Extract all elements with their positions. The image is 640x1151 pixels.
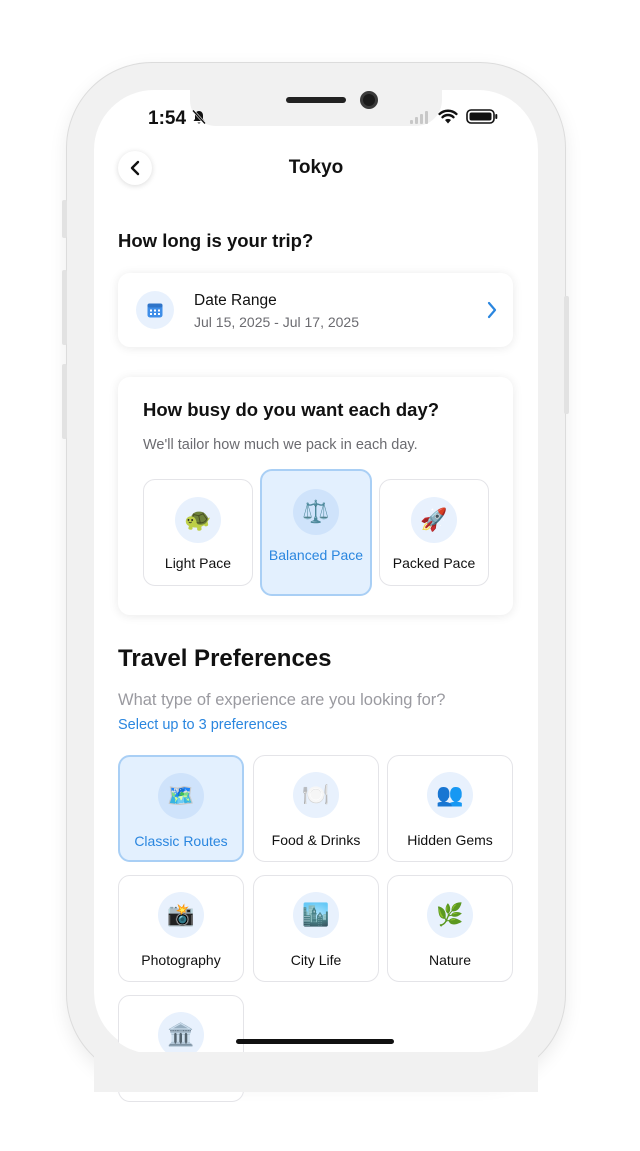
status-time: 1:54 (148, 108, 207, 130)
page-title: Tokyo (288, 157, 344, 178)
preference-card-1[interactable]: 🗺️ Classic Routes (118, 755, 244, 862)
pace-option-2-label: Balanced Pace (268, 547, 364, 563)
status-time-text: 1:54 (148, 108, 187, 129)
plate-icon: 🍽️ (293, 772, 339, 818)
date-range-card[interactable]: Date Range Jul 15, 2025 - Jul 17, 2025 (118, 273, 513, 347)
battery-icon (466, 109, 498, 124)
speaker (286, 97, 346, 103)
map-icon: 🗺️ (158, 773, 204, 819)
status-icons (410, 109, 498, 124)
pace-option-3-label: Packed Pace (392, 555, 476, 571)
back-button[interactable] (118, 151, 152, 185)
notch (190, 88, 442, 126)
wifi-icon (438, 109, 458, 124)
pace-option-1[interactable]: 🐢 Light Pace (143, 479, 253, 586)
calendar-icon-circle (136, 291, 174, 329)
rocket-icon: 🚀 (411, 497, 457, 543)
preference-card-3-label: Hidden Gems (407, 832, 493, 848)
pace-option-3[interactable]: 🚀 Packed Pace (379, 479, 489, 586)
home-indicator (236, 1039, 394, 1044)
people-icon: 👥 (427, 772, 473, 818)
pace-option-2[interactable]: ⚖️ Balanced Pace (260, 469, 372, 596)
preference-card-3[interactable]: 👥 Hidden Gems (387, 755, 513, 862)
preferences-limit: Select up to 3 preferences (118, 717, 288, 733)
silent-bell-icon (192, 109, 207, 125)
camera-icon: 📸 (158, 892, 204, 938)
preference-card-6[interactable]: 🌿 Nature (387, 875, 513, 982)
chevron-left-icon (130, 160, 140, 176)
pace-question: How busy do you want each day? (143, 399, 440, 420)
preferences-title: Travel Preferences (118, 645, 332, 672)
mute-switch (62, 200, 67, 238)
bezel-bottom (94, 1052, 538, 1092)
leaf-icon: 🌿 (427, 892, 473, 938)
turtle-icon: 🐢 (175, 497, 221, 543)
calendar-icon (147, 303, 163, 318)
date-range-label: Date Range (194, 292, 277, 309)
city-icon: 🏙️ (293, 892, 339, 938)
preference-card-6-label: Nature (428, 952, 472, 968)
preference-card-5-label: City Life (290, 952, 342, 968)
pace-subtitle: We'll tailor how much we pack in each da… (143, 437, 418, 453)
trip-length-question: How long is your trip? (118, 230, 314, 251)
front-camera (360, 91, 378, 109)
preferences-subtitle: What type of experience are you looking … (118, 691, 446, 709)
preference-card-1-label: Classic Routes (134, 833, 228, 849)
volume-up-button (62, 270, 67, 345)
preference-card-5[interactable]: 🏙️ City Life (253, 875, 379, 982)
preference-card-4[interactable]: 📸 Photography (118, 875, 244, 982)
screen-corner-mask (94, 992, 538, 1054)
preference-card-4-label: Photography (141, 952, 221, 968)
scales-icon: ⚖️ (293, 489, 339, 535)
signal-icon (410, 110, 428, 124)
chevron-right-icon (487, 301, 497, 319)
power-button (564, 296, 569, 414)
preference-card-2-label: Food & Drinks (271, 832, 361, 848)
volume-down-button (62, 364, 67, 439)
preference-card-2[interactable]: 🍽️ Food & Drinks (253, 755, 379, 862)
pace-option-1-label: Light Pace (164, 555, 232, 571)
date-range-value: Jul 15, 2025 - Jul 17, 2025 (194, 314, 360, 330)
